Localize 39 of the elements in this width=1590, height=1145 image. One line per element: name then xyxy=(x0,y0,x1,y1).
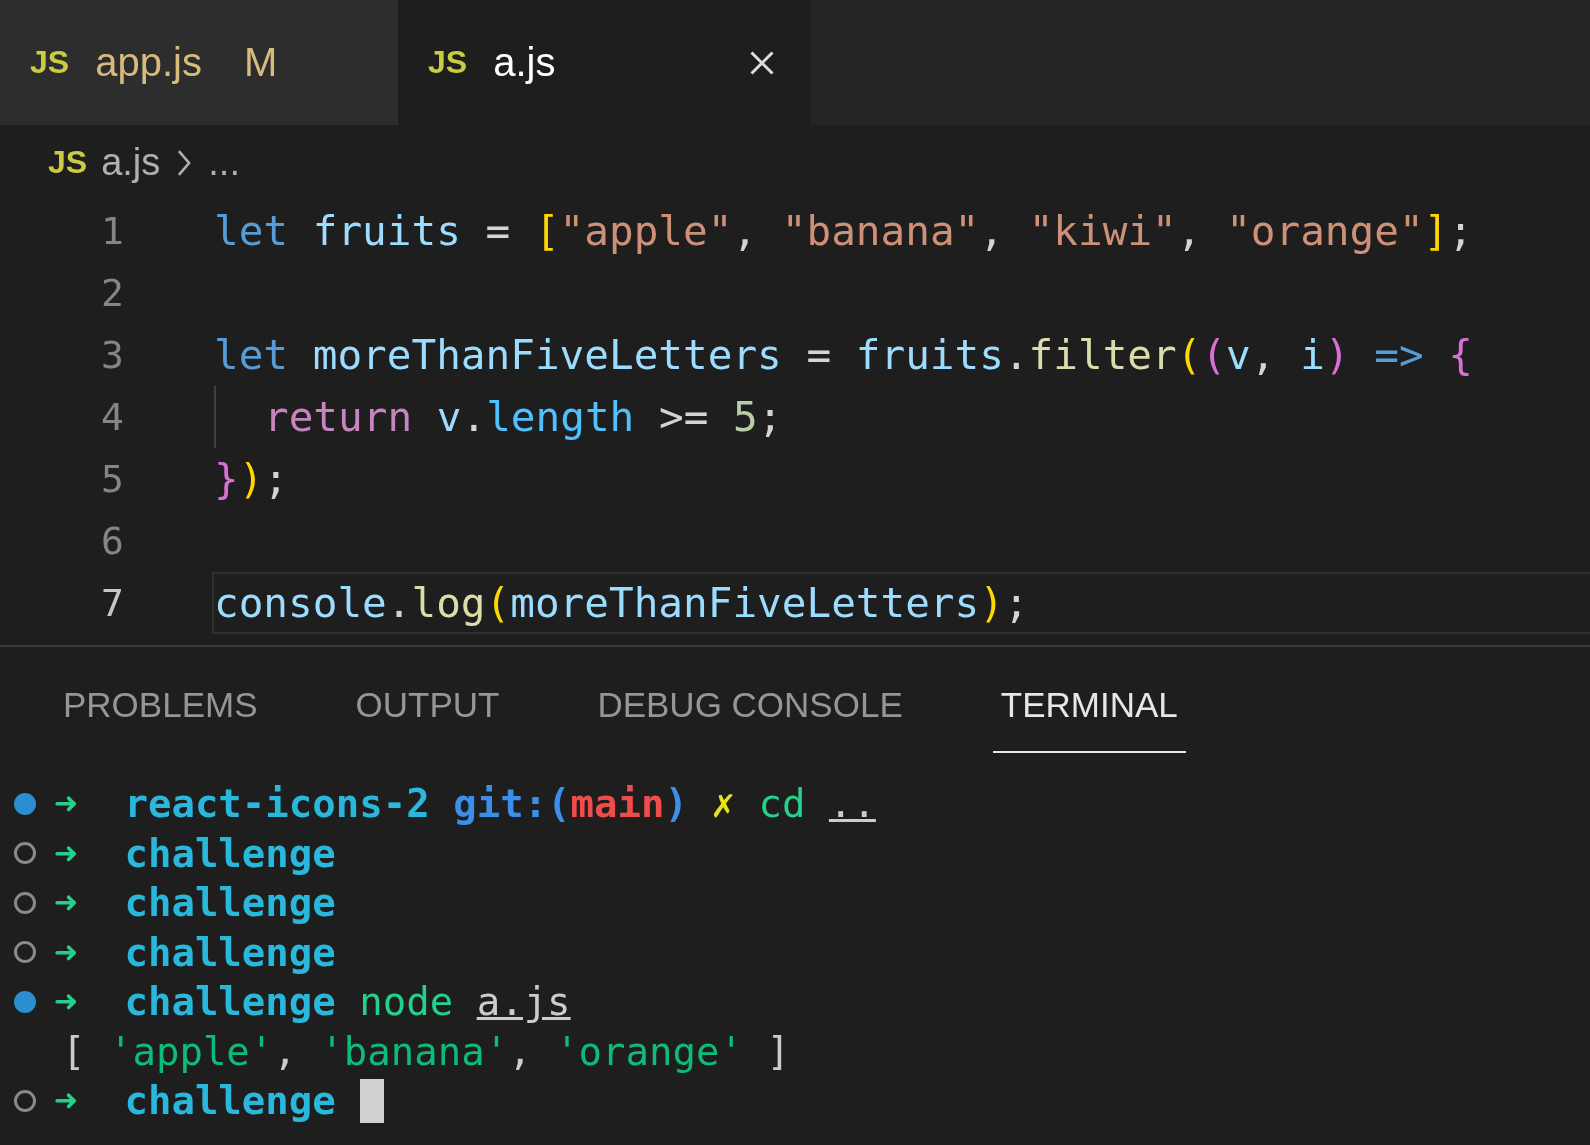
terminal-line: ➜ challenge xyxy=(54,929,336,975)
hollow-circle-icon[interactable] xyxy=(14,842,36,865)
tab-label: a.js xyxy=(493,40,556,85)
line-number: 1 xyxy=(100,209,124,253)
filled-circle-icon[interactable] xyxy=(14,792,36,815)
hollow-circle-icon[interactable] xyxy=(14,891,36,914)
line-number: 4 xyxy=(100,395,124,439)
modified-label: M xyxy=(243,40,278,85)
tab-label: app.js xyxy=(95,40,202,85)
terminal-line: ➜ challenge xyxy=(54,880,336,926)
js-file-icon: JS xyxy=(30,44,70,81)
terminal-output: [ 'apple', 'banana', 'orange' ] xyxy=(62,1028,790,1074)
panel-tab[interactable]: DEBUG CONSOLE xyxy=(589,681,911,753)
line-number: 3 xyxy=(100,333,124,377)
panel-tab[interactable]: PROBLEMS xyxy=(55,681,266,753)
line-number: 7 xyxy=(100,581,124,625)
terminal-line: ➜ react-icons-2 git:(main) ✗ cd .. xyxy=(54,781,876,827)
code-line: let fruits = ["apple", "banana", "kiwi", "orange"]; xyxy=(214,207,1473,255)
breadcrumb-item[interactable]: ... xyxy=(208,141,240,184)
hollow-circle-icon[interactable] xyxy=(14,941,36,964)
code-line: console.log(moreThanFiveLetters); xyxy=(214,579,1029,627)
panel-tab[interactable]: OUTPUT xyxy=(347,681,508,753)
terminal-line: ➜ challenge xyxy=(54,830,336,876)
filled-circle-icon[interactable] xyxy=(14,990,36,1013)
line-number: 2 xyxy=(100,271,124,315)
terminal-line: ➜ challenge xyxy=(54,1078,336,1124)
hollow-circle-icon[interactable] xyxy=(14,1089,36,1112)
editor-tab[interactable]: JS app.js M xyxy=(0,0,398,125)
js-file-icon: JS xyxy=(48,144,88,181)
code-line: }); xyxy=(214,455,289,503)
terminal-line: ➜ challenge node a.js xyxy=(54,979,571,1025)
panel-tab[interactable]: TERMINAL xyxy=(992,681,1186,753)
breadcrumb-item[interactable]: a.js xyxy=(101,141,161,184)
code-line: return v.length >= 5; xyxy=(264,393,783,441)
line-number: 5 xyxy=(100,457,124,501)
js-file-icon: JS xyxy=(428,44,468,81)
code-line: let moreThanFiveLetters = fruits.filter((v, i) => { xyxy=(214,331,1473,379)
line-number: 6 xyxy=(100,519,124,563)
editor-tab[interactable]: JS a.js xyxy=(398,0,810,125)
